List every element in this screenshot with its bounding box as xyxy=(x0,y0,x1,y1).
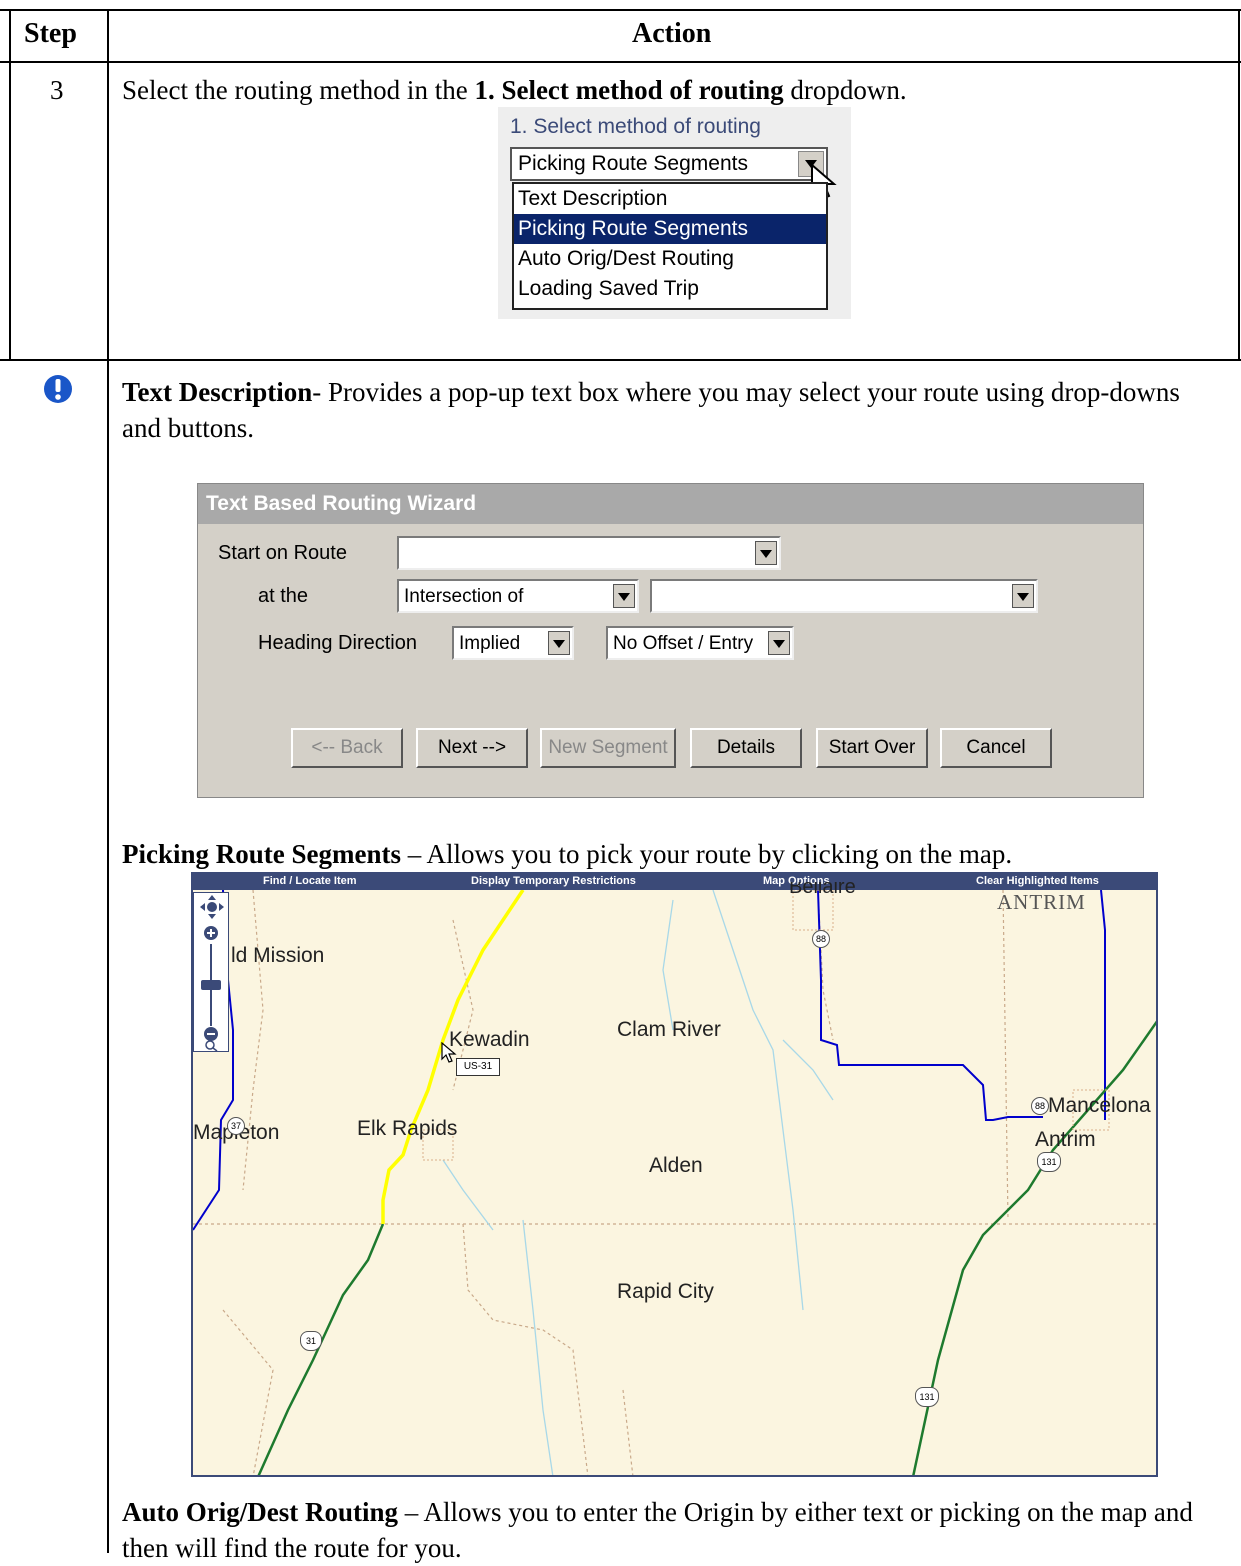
text-routing-wizard: Text Based Routing Wizard Start on Route… xyxy=(197,483,1144,798)
chevron-down-icon[interactable] xyxy=(613,584,635,608)
start-on-route-select[interactable] xyxy=(397,536,781,570)
zoom-slider-handle[interactable] xyxy=(201,980,221,990)
route-shield-131: 131 xyxy=(915,1387,939,1407)
place-clam-river: Clam River xyxy=(617,1018,721,1041)
place-old-mission: ld Mission xyxy=(231,944,325,967)
place-rapid-city: Rapid City xyxy=(617,1280,714,1303)
step-instruction: Select the routing method in the 1. Sele… xyxy=(122,75,907,105)
zoom-in-icon[interactable] xyxy=(203,925,219,941)
find-locate-item-button[interactable]: Find / Locate Item xyxy=(263,875,357,887)
back-button[interactable]: <-- Back xyxy=(291,728,403,768)
header-step: Step xyxy=(24,18,77,49)
route-shield-31: 31 xyxy=(300,1331,322,1351)
map-canvas[interactable] xyxy=(193,890,1158,1477)
option-auto-orig-dest-routing[interactable]: Auto Orig/Dest Routing xyxy=(514,244,826,274)
table-right-border xyxy=(1238,9,1240,361)
new-segment-button[interactable]: New Segment xyxy=(540,728,676,768)
chevron-down-icon[interactable] xyxy=(548,631,570,655)
details-button[interactable]: Details xyxy=(690,728,802,768)
table-row-divider xyxy=(0,359,1241,361)
step-number: 3 xyxy=(50,75,64,105)
intersection-type-select[interactable]: Intersection of xyxy=(397,579,639,613)
table-header-bottom-border xyxy=(0,61,1241,63)
zoom-area-icon[interactable] xyxy=(204,1040,218,1052)
cancel-button[interactable]: Cancel xyxy=(940,728,1052,768)
picking-route-paragraph: Picking Route Segments – Allows you to p… xyxy=(122,839,1013,869)
at-the-label: at the xyxy=(258,585,309,607)
route-shield-37: 37 xyxy=(227,1117,245,1135)
option-picking-route-segments[interactable]: Picking Route Segments xyxy=(514,214,826,244)
wizard-title: Text Based Routing Wizard xyxy=(206,492,477,515)
clear-highlighted-items-button[interactable]: Clear Highlighted Items xyxy=(976,875,1099,887)
routing-method-dropdown-screenshot: 1. Select method of routing Picking Rout… xyxy=(498,107,851,319)
heading-direction-select[interactable]: Implied xyxy=(452,626,574,660)
route-map[interactable]: Find / Locate Item Display Temporary Res… xyxy=(191,872,1158,1477)
table-left-border xyxy=(9,9,11,361)
display-temporary-restrictions-button[interactable]: Display Temporary Restrictions xyxy=(471,875,636,887)
place-antrim: Antrim xyxy=(1035,1128,1096,1151)
chevron-down-icon[interactable] xyxy=(755,541,777,565)
routing-method-options-list: Text Description Picking Route Segments … xyxy=(512,182,828,310)
offset-entry-select[interactable]: No Offset / Entry xyxy=(606,626,794,660)
option-text-description[interactable]: Text Description xyxy=(514,184,826,214)
routing-method-label: 1. Select method of routing xyxy=(510,115,761,138)
routing-method-select[interactable]: Picking Route Segments xyxy=(510,147,828,181)
place-kewadin: Kewadin xyxy=(449,1028,530,1051)
pan-control-icon[interactable] xyxy=(199,894,225,920)
mouse-pointer-icon xyxy=(441,1042,457,1063)
start-over-button[interactable]: Start Over xyxy=(816,728,928,768)
place-antrim-county: ANTRIM xyxy=(997,890,1086,914)
header-action: Action xyxy=(632,18,712,49)
route-shield-131: 131 xyxy=(1037,1152,1061,1172)
route-shield-88: 88 xyxy=(812,930,830,948)
text-description-paragraph: Text Description- Provides a pop-up text… xyxy=(122,377,1180,443)
option-loading-saved-trip[interactable]: Loading Saved Trip xyxy=(514,274,826,304)
chevron-down-icon[interactable] xyxy=(768,631,790,655)
table-top-border xyxy=(0,9,1241,11)
intersection-route-select[interactable] xyxy=(650,579,1038,613)
next-button[interactable]: Next --> xyxy=(416,728,528,768)
table-column-divider xyxy=(107,9,109,1553)
route-shield-88: 88 xyxy=(1031,1097,1049,1115)
place-bellaire: Bellaire xyxy=(789,882,856,894)
place-mancelona: Mancelona xyxy=(1048,1094,1151,1117)
heading-direction-label: Heading Direction xyxy=(258,632,417,654)
routing-method-current-value: Picking Route Segments xyxy=(518,152,748,175)
start-on-route-label: Start on Route xyxy=(218,542,347,564)
place-elk-rapids: Elk Rapids xyxy=(357,1117,458,1140)
route-tooltip: US-31 xyxy=(456,1058,500,1076)
place-alden: Alden xyxy=(649,1154,703,1177)
exclamation-icon xyxy=(44,375,72,403)
chevron-down-icon[interactable] xyxy=(1012,584,1034,608)
auto-routing-paragraph: Auto Orig/Dest Routing – Allows you to e… xyxy=(122,1497,1193,1563)
